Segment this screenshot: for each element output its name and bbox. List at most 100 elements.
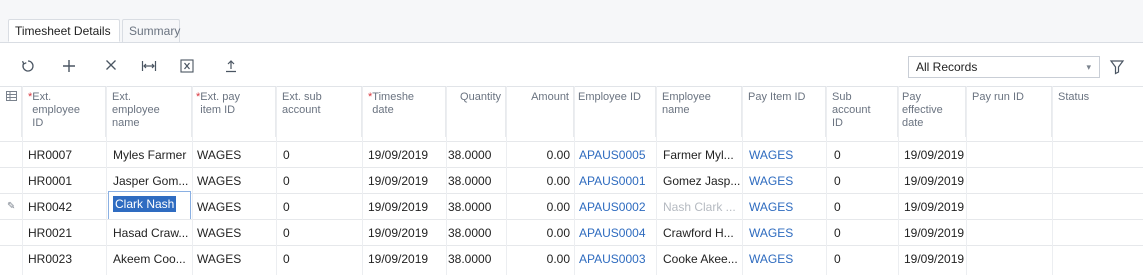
cell-employee-id-link[interactable]: APAUS0001	[579, 168, 655, 194]
cell-employee-name[interactable]: Gomez Jasp...	[663, 168, 741, 194]
cell-status[interactable]	[1058, 168, 1138, 194]
upload-icon[interactable]	[220, 56, 242, 78]
cell-status[interactable]	[1058, 194, 1138, 220]
cell-ext-employee-id[interactable]: HR0021	[28, 220, 104, 246]
col-ext-pay-item-id[interactable]: *Ext. pay item ID	[192, 87, 276, 137]
cell-ext-employee-id[interactable]: HR0023	[28, 246, 104, 272]
cell-ext-sub-account[interactable]: 0	[283, 142, 359, 168]
cell-ext-sub-account[interactable]: 0	[283, 220, 359, 246]
cell-pay-run-id[interactable]	[972, 194, 1050, 220]
cell-ext-pay-item-id[interactable]: WAGES	[197, 220, 273, 246]
col-ext-sub-account[interactable]: Ext. sub account	[276, 87, 362, 137]
col-ext-employee-id[interactable]: *Ext. employee ID	[22, 87, 106, 137]
cell-ext-employee-id[interactable]: HR0001	[28, 168, 104, 194]
cell-ext-employee-id[interactable]: HR0007	[28, 142, 104, 168]
col-timesheet-date[interactable]: *Timeshe date	[362, 87, 446, 137]
cell-pay-item-id-link[interactable]: WAGES	[749, 220, 825, 246]
col-amount[interactable]: Amount	[506, 87, 574, 137]
cell-ext-sub-account[interactable]: 0	[283, 246, 359, 272]
cell-amount[interactable]: 0.00	[506, 246, 570, 272]
cell-status[interactable]	[1058, 142, 1138, 168]
cell-pay-run-id[interactable]	[972, 142, 1050, 168]
column-chooser-icon[interactable]	[0, 87, 22, 137]
cell-ext-pay-item-id[interactable]: WAGES	[197, 194, 273, 220]
export-excel-icon[interactable]	[176, 56, 198, 78]
col-pay-effective-date[interactable]: Pay effective date	[898, 87, 966, 137]
col-pay-item-id[interactable]: Pay Item ID	[742, 87, 826, 137]
table-row[interactable]: HR0001 Jasper Gom... WAGES 0 19/09/2019 …	[0, 167, 1143, 194]
filter-icon[interactable]	[1106, 56, 1128, 78]
cell-sub-account-id[interactable]: 0	[834, 246, 896, 272]
cell-employee-name[interactable]: Crawford H...	[663, 220, 741, 246]
cell-pay-item-id-link[interactable]: WAGES	[749, 168, 825, 194]
ext-employee-name-editor[interactable]: Clark Nash	[108, 191, 191, 220]
cell-amount[interactable]: 0.00	[506, 142, 570, 168]
delete-icon[interactable]	[100, 56, 122, 78]
cell-pay-effective-date[interactable]: 19/09/2019	[904, 246, 966, 272]
cell-sub-account-id[interactable]: 0	[834, 220, 896, 246]
cell-employee-name[interactable]: Cooke Akee...	[663, 246, 741, 272]
add-icon[interactable]	[58, 56, 80, 78]
cell-employee-id-link[interactable]: APAUS0002	[579, 194, 655, 220]
cell-ext-employee-name[interactable]: Myles Farmer	[113, 142, 191, 168]
cell-ext-employee-name[interactable]: Hasad Craw...	[113, 220, 191, 246]
cell-ext-employee-name[interactable]: Akeem Coo...	[113, 246, 191, 272]
tab-summary[interactable]: Summary	[122, 19, 180, 42]
cell-pay-item-id-link[interactable]: WAGES	[749, 194, 825, 220]
col-quantity[interactable]: Quantity	[446, 87, 506, 137]
cell-ext-sub-account[interactable]: 0	[283, 194, 359, 220]
cell-employee-id-link[interactable]: APAUS0005	[579, 142, 655, 168]
col-pay-run-id[interactable]: Pay run ID	[966, 87, 1052, 137]
cell-quantity[interactable]: 38.0000	[448, 168, 500, 194]
cell-amount[interactable]: 0.00	[506, 168, 570, 194]
fit-columns-icon[interactable]	[138, 56, 160, 78]
cell-pay-effective-date[interactable]: 19/09/2019	[904, 220, 966, 246]
cell-sub-account-id[interactable]: 0	[834, 168, 896, 194]
cell-quantity[interactable]: 38.0000	[448, 142, 500, 168]
cell-employee-id-link[interactable]: APAUS0004	[579, 220, 655, 246]
tab-timesheet-details[interactable]: Timesheet Details	[8, 19, 120, 42]
cell-employee-name[interactable]: Nash Clark ...	[663, 194, 741, 220]
cell-ext-pay-item-id[interactable]: WAGES	[197, 246, 273, 272]
cell-quantity[interactable]: 38.0000	[448, 194, 500, 220]
table-row[interactable]: HR0023 Akeem Coo... WAGES 0 19/09/2019 3…	[0, 245, 1143, 272]
selected-text[interactable]: Clark Nash	[113, 196, 177, 212]
cell-pay-run-id[interactable]	[972, 168, 1050, 194]
cell-sub-account-id[interactable]: 0	[834, 142, 896, 168]
col-employee-id[interactable]: Employee ID	[574, 87, 656, 137]
refresh-icon[interactable]	[17, 56, 39, 78]
cell-timesheet-date[interactable]: 19/09/2019	[368, 194, 444, 220]
cell-employee-id-link[interactable]: APAUS0003	[579, 246, 655, 272]
cell-ext-pay-item-id[interactable]: WAGES	[197, 168, 273, 194]
cell-timesheet-date[interactable]: 19/09/2019	[368, 246, 444, 272]
table-row[interactable]: HR0007 Myles Farmer WAGES 0 19/09/2019 3…	[0, 141, 1143, 168]
cell-employee-name[interactable]: Farmer Myl...	[663, 142, 741, 168]
col-sub-account-id[interactable]: Sub account ID	[826, 87, 898, 137]
cell-pay-item-id-link[interactable]: WAGES	[749, 246, 825, 272]
cell-ext-sub-account[interactable]: 0	[283, 168, 359, 194]
cell-quantity[interactable]: 38.0000	[448, 246, 500, 272]
col-ext-employee-name[interactable]: Ext. employee name	[106, 87, 192, 137]
cell-timesheet-date[interactable]: 19/09/2019	[368, 142, 444, 168]
cell-pay-item-id-link[interactable]: WAGES	[749, 142, 825, 168]
cell-quantity[interactable]: 38.0000	[448, 220, 500, 246]
cell-timesheet-date[interactable]: 19/09/2019	[368, 220, 444, 246]
cell-sub-account-id[interactable]: 0	[834, 194, 896, 220]
cell-pay-effective-date[interactable]: 19/09/2019	[904, 168, 966, 194]
cell-pay-effective-date[interactable]: 19/09/2019	[904, 194, 966, 220]
col-status[interactable]: Status	[1052, 87, 1143, 137]
col-employee-name[interactable]: Employee name	[656, 87, 742, 137]
cell-pay-run-id[interactable]	[972, 246, 1050, 272]
cell-amount[interactable]: 0.00	[506, 194, 570, 220]
cell-ext-pay-item-id[interactable]: WAGES	[197, 142, 273, 168]
records-filter-select[interactable]: All Records ▾	[908, 56, 1100, 78]
cell-ext-employee-id[interactable]: HR0042	[28, 194, 104, 220]
table-row[interactable]: HR0021 Hasad Craw... WAGES 0 19/09/2019 …	[0, 219, 1143, 246]
cell-timesheet-date[interactable]: 19/09/2019	[368, 168, 444, 194]
cell-pay-effective-date[interactable]: 19/09/2019	[904, 142, 966, 168]
cell-pay-run-id[interactable]	[972, 220, 1050, 246]
cell-amount[interactable]: 0.00	[506, 220, 570, 246]
cell-status[interactable]	[1058, 246, 1138, 272]
table-row-active[interactable]: ✎ HR0042 Clark Nash WAGES 0 19/09/2019 3…	[0, 191, 1143, 220]
cell-status[interactable]	[1058, 220, 1138, 246]
